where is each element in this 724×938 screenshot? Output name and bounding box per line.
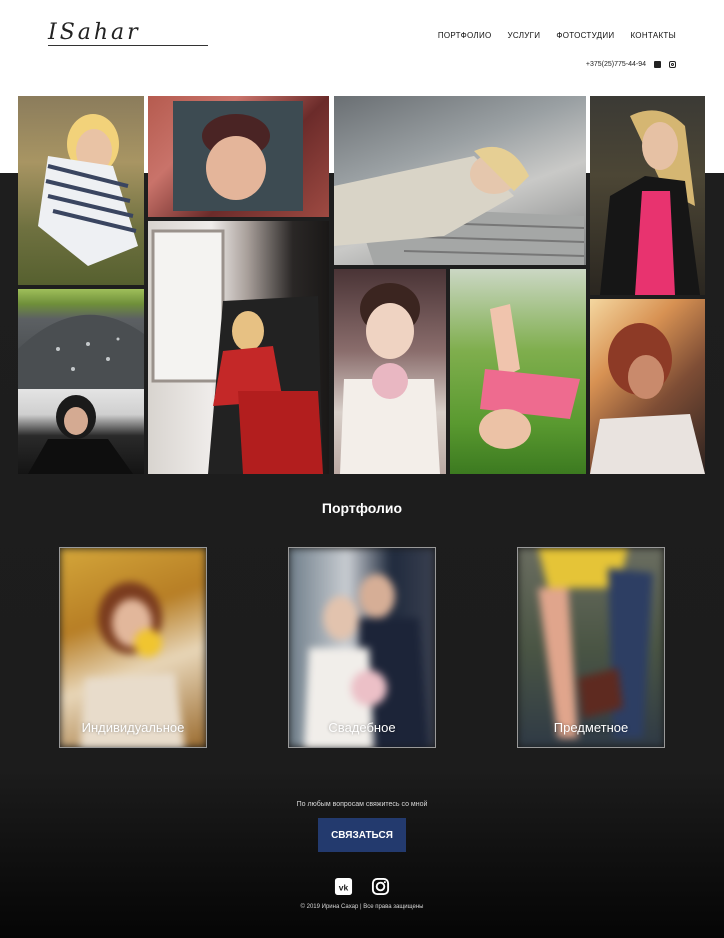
card-image bbox=[304, 574, 429, 747]
photo-woman-leather-jacket bbox=[600, 110, 700, 295]
contact-prompt: По любым вопросам свяжитесь со мной bbox=[296, 801, 428, 808]
gallery-photo[interactable] bbox=[18, 389, 144, 474]
nav-item-studios[interactable]: ФОТОСТУДИИ bbox=[556, 31, 614, 40]
gallery-photo[interactable] bbox=[18, 96, 144, 285]
gallery-photo[interactable] bbox=[334, 96, 586, 265]
portfolio-card-individual[interactable]: Индивидуальное bbox=[59, 547, 207, 748]
photo-woman-sunset bbox=[590, 323, 705, 474]
gallery-photo[interactable] bbox=[590, 96, 705, 295]
card-image bbox=[538, 548, 653, 738]
gallery-photo[interactable] bbox=[148, 221, 329, 474]
svg-text:vk: vk bbox=[339, 882, 349, 892]
portfolio-title: Портфолио bbox=[321, 500, 403, 516]
card-background bbox=[289, 548, 435, 747]
photo-blonde-woman-grass bbox=[38, 114, 138, 266]
vk-icon[interactable]: vk bbox=[334, 877, 353, 896]
photo-woman-red-armchair bbox=[151, 229, 323, 474]
card-image bbox=[80, 582, 185, 747]
nav-item-contacts[interactable]: КОНТАКТЫ bbox=[630, 31, 676, 40]
portfolio-card-wedding[interactable]: Свадебное bbox=[288, 547, 436, 748]
gallery-photo[interactable] bbox=[450, 269, 586, 474]
photo-dark-haired-woman bbox=[28, 395, 133, 474]
photo-woman-on-bench bbox=[334, 146, 585, 265]
gallery-photo[interactable] bbox=[18, 289, 144, 389]
photo-woman-window-hat bbox=[173, 101, 303, 211]
site-logo[interactable]: ISahar bbox=[48, 20, 208, 46]
main-nav: ПОРТФОЛИО УСЛУГИ ФОТОСТУДИИ КОНТАКТЫ bbox=[438, 31, 676, 40]
social-links: vk bbox=[334, 877, 390, 896]
photo-bride-bouquet bbox=[340, 283, 440, 474]
nav-item-services[interactable]: УСЛУГИ bbox=[508, 31, 541, 40]
card-label: Свадебное bbox=[328, 720, 396, 735]
photo-woman-lying-grass bbox=[479, 304, 580, 449]
gallery-photo[interactable] bbox=[148, 96, 329, 217]
card-label: Индивидуальное bbox=[81, 720, 185, 735]
portfolio-card-subject[interactable]: Предметное bbox=[517, 547, 665, 748]
nav-item-portfolio[interactable]: ПОРТФОЛИО bbox=[438, 31, 492, 40]
phone-number[interactable]: +375(25)775-44-94 bbox=[586, 61, 646, 68]
card-background bbox=[518, 548, 664, 747]
instagram-icon[interactable] bbox=[669, 61, 676, 68]
instagram-icon[interactable] bbox=[371, 877, 390, 896]
copyright: © 2019 Ирина Сахар | Все права защищены bbox=[300, 904, 424, 910]
vk-icon[interactable] bbox=[654, 61, 661, 68]
card-background bbox=[60, 548, 206, 747]
header-contacts: +375(25)775-44-94 bbox=[586, 61, 676, 68]
gallery-photo[interactable] bbox=[590, 299, 705, 474]
contact-button[interactable]: СВЯЗАТЬСЯ bbox=[318, 818, 406, 852]
photo-umbrella-drops bbox=[18, 314, 144, 389]
gallery-photo[interactable] bbox=[334, 269, 446, 474]
card-label: Предметное bbox=[553, 720, 629, 735]
